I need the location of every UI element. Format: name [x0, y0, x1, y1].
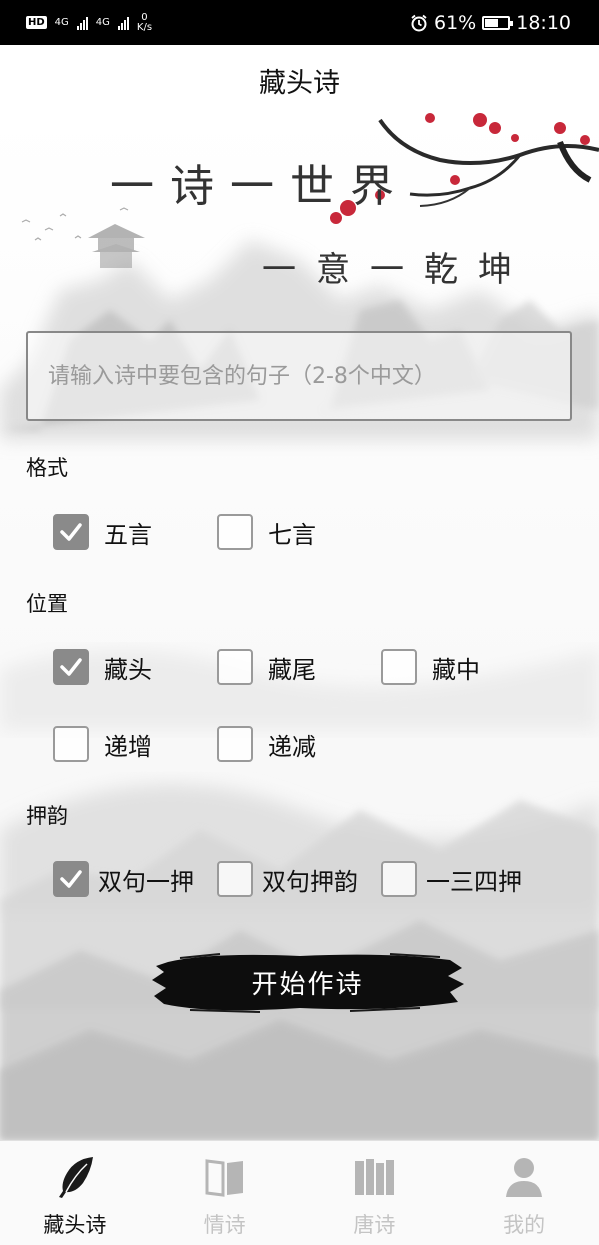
status-bar: HD 4G 4G 0 K/s 61% 18:10 — [0, 0, 599, 45]
status-left: HD 4G 4G 0 K/s — [26, 11, 153, 33]
slogan-line-1: 一诗一世界 — [110, 161, 410, 212]
option-rhyme-every-two[interactable]: 双句一押 — [53, 861, 194, 897]
option-label: 五言 — [104, 520, 152, 549]
position-label: 位置 — [26, 592, 68, 616]
checkbox[interactable] — [217, 726, 253, 762]
rhyme-label: 押韵 — [26, 804, 68, 828]
check-icon — [60, 523, 82, 541]
option-label: 一三四押 — [426, 867, 522, 896]
option-middle[interactable]: 藏中 — [381, 649, 480, 685]
option-seven-char[interactable]: 七言 — [217, 514, 316, 550]
start-button-label: 开始作诗 — [251, 969, 364, 1000]
sentence-input[interactable] — [48, 363, 570, 389]
nav-label: 情诗 — [203, 1213, 246, 1237]
slogan-line-2: 一意一乾坤 — [262, 250, 532, 290]
signal-icon-2 — [117, 16, 129, 30]
start-composing-button[interactable]: 开始作诗 — [150, 948, 465, 1016]
clock: 18:10 — [516, 11, 571, 34]
option-decreasing[interactable]: 递减 — [217, 726, 316, 762]
books-icon — [355, 1159, 395, 1195]
check-icon — [60, 870, 82, 888]
sentence-input-container[interactable] — [26, 331, 572, 421]
option-label: 双句押韵 — [262, 867, 358, 896]
check-icon — [60, 658, 82, 676]
option-tail[interactable]: 藏尾 — [217, 649, 316, 685]
nav-label: 我的 — [503, 1213, 546, 1237]
nav-item-love-poems[interactable]: 情诗 — [150, 1141, 300, 1245]
alarm-icon — [411, 14, 427, 31]
nav-label: 唐诗 — [353, 1213, 396, 1237]
status-right: 61% 18:10 — [410, 12, 571, 34]
option-rhyme-pairs[interactable]: 双句押韵 — [217, 861, 358, 897]
app-header: 藏头诗 — [0, 45, 599, 115]
checkbox[interactable] — [53, 861, 89, 897]
feather-quill-icon — [58, 1157, 93, 1198]
option-label: 藏尾 — [268, 655, 316, 684]
battery-percent: 61% — [434, 11, 477, 34]
checkbox[interactable] — [217, 649, 253, 685]
checkbox[interactable] — [217, 861, 253, 897]
option-label: 递减 — [268, 732, 316, 761]
option-rhyme-134[interactable]: 一三四押 — [381, 861, 522, 897]
nav-label: 藏头诗 — [43, 1213, 107, 1237]
bottom-nav: 藏头诗 情诗 唐诗 我的 — [0, 1140, 599, 1245]
page-title: 藏头诗 — [259, 67, 340, 99]
option-label: 七言 — [268, 520, 316, 549]
network-type-1: 4G — [54, 17, 69, 28]
checkbox[interactable] — [381, 861, 417, 897]
checkbox[interactable] — [53, 514, 89, 550]
format-label: 格式 — [26, 456, 68, 480]
checkbox[interactable] — [53, 649, 89, 685]
nav-item-me[interactable]: 我的 — [449, 1141, 599, 1245]
option-label: 藏头 — [104, 655, 152, 684]
option-label: 藏中 — [432, 655, 480, 684]
battery-icon — [482, 15, 514, 30]
nav-item-tang-poems[interactable]: 唐诗 — [300, 1141, 450, 1245]
checkbox[interactable] — [53, 726, 89, 762]
option-label: 双句一押 — [98, 867, 194, 896]
signal-icon — [76, 16, 88, 30]
open-book-icon — [205, 1159, 243, 1197]
option-head[interactable]: 藏头 — [53, 649, 152, 685]
network-type-2: 4G — [95, 17, 110, 28]
option-increasing[interactable]: 递增 — [53, 726, 152, 762]
nav-item-acrostic[interactable]: 藏头诗 — [0, 1141, 150, 1245]
hd-badge: HD — [26, 16, 47, 29]
option-label: 递增 — [104, 732, 152, 761]
user-icon — [506, 1158, 543, 1197]
option-five-char[interactable]: 五言 — [53, 514, 152, 550]
network-speed-unit: K/s — [136, 21, 153, 33]
checkbox[interactable] — [381, 649, 417, 685]
network-speed-value: 0 — [141, 11, 148, 23]
network-speed: 0 K/s — [136, 11, 153, 33]
checkbox[interactable] — [217, 514, 253, 550]
